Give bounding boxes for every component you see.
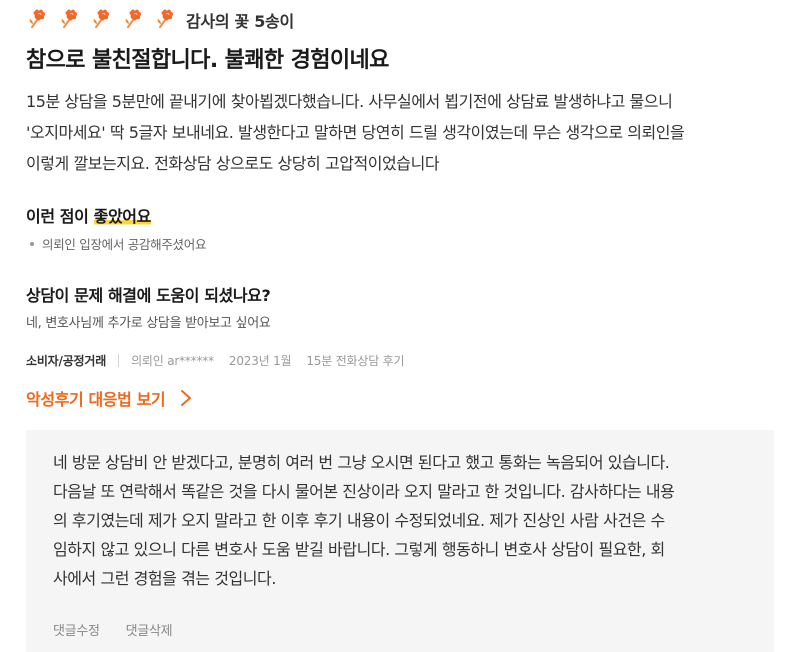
flower-icon <box>61 9 78 28</box>
meta-category: 소비자/공정거래 <box>26 354 107 368</box>
good-points-heading-highlight: 좋았어요 <box>93 207 151 226</box>
review-meta: 소비자/공정거래 의뢰인 ar****** 2023년 1월 15분 전화상담 … <box>26 352 405 369</box>
helpfulness-answer: 네, 변호사님께 추가로 상담을 받아보고 싶어요 <box>26 316 271 331</box>
good-points-heading-prefix: 이런 점이 <box>26 207 94 226</box>
flower-icons <box>26 7 186 33</box>
reply-actions: 댓글수정 댓글삭제 <box>53 620 173 639</box>
chevron-right-icon <box>181 390 192 406</box>
reply-line: 사에서 그런 경험을 겪는 것입니다. <box>53 569 276 588</box>
flower-icon <box>125 9 142 28</box>
flower-icon <box>29 9 46 28</box>
good-point-item: 의뢰인 입장에서 공감해주셨어요 <box>30 234 206 253</box>
reply-line: 의 후기였는데 제가 오지 말라고 한 이후 후기 내용이 수정되었네요. 제가… <box>53 511 665 530</box>
meta-date: 2023년 1월 <box>228 354 292 368</box>
good-points-heading: 이런 점이 좋았어요 <box>26 203 151 227</box>
review-body-line: 15분 상담을 5분만에 끝내기에 찾아뵙겠다했습니다. 사무실에서 뵙기전에 … <box>26 92 673 111</box>
flower-icon <box>157 9 174 28</box>
flower-icon <box>93 9 110 28</box>
review-body-line: 이렇게 깔보는지요. 전화상담 상으로도 상당히 고압적이었습니다 <box>26 154 440 173</box>
rating-label: 감사의 꽃 5송이 <box>186 12 294 31</box>
bullet-icon <box>30 241 34 246</box>
lawyer-reply: 네 방문 상담비 안 받겠다고, 분명히 여러 번 그냥 오시면 된다고 했고 … <box>26 430 774 652</box>
review-page: 감사의 꽃 5송이 참으로 불친절합니다. 불쾌한 경험이네요 15분 상담을 … <box>0 0 800 652</box>
reply-line: 네 방문 상담비 안 받겠다고, 분명히 여러 번 그냥 오시면 된다고 했고 … <box>53 453 670 472</box>
bad-review-guide-label: 악성후기 대응법 보기 <box>26 390 166 409</box>
rating-row: 감사의 꽃 5송이 <box>26 8 294 32</box>
meta-consult-type: 15분 전화상담 후기 <box>306 354 405 368</box>
bad-review-guide-link[interactable]: 악성후기 대응법 보기 <box>26 386 193 410</box>
meta-divider <box>118 354 120 367</box>
review-body-line: '오지마세요' 딱 5글자 보내네요. 발생한다고 말하면 당연히 드릴 생각이… <box>26 123 685 142</box>
meta-client: 의뢰인 ar****** <box>131 354 214 368</box>
good-point-text: 의뢰인 입장에서 공감해주셨어요 <box>42 237 207 252</box>
delete-reply-button[interactable]: 댓글삭제 <box>126 620 173 639</box>
reply-line: 다음날 또 연락해서 똑같은 것을 다시 물어본 진상이라 오지 말라고 한 것… <box>53 482 675 501</box>
helpfulness-question: 상담이 문제 해결에 도움이 되셨나요? <box>26 286 271 305</box>
review-title: 참으로 불친절합니다. 불쾌한 경험이네요 <box>26 48 389 73</box>
edit-reply-button[interactable]: 댓글수정 <box>53 620 100 639</box>
reply-line: 임하지 않고 있으니 다른 변호사 도움 받길 바랍니다. 그렇게 행동하니 변… <box>53 540 665 559</box>
review-body: 15분 상담을 5분만에 끝내기에 찾아뵙겠다했습니다. 사무실에서 뵙기전에 … <box>26 86 778 179</box>
reply-text: 네 방문 상담비 안 받겠다고, 분명히 여러 번 그냥 오시면 된다고 했고 … <box>53 448 753 593</box>
